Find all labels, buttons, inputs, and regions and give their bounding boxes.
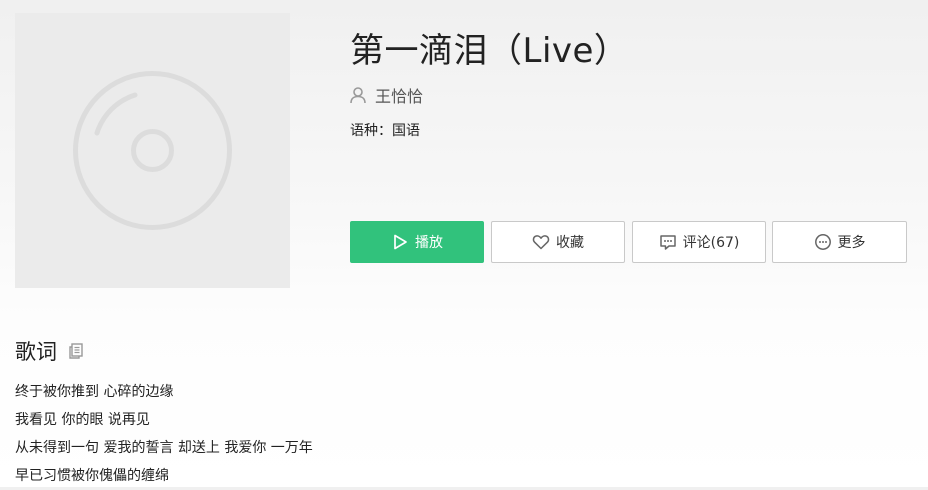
user-icon: [348, 85, 368, 105]
lyrics-line: 终于被你推到 心碎的边缘: [15, 384, 174, 400]
lyrics-title: 歌词: [15, 340, 57, 364]
more-label: 更多: [837, 235, 866, 251]
language-label: 语种：国语: [350, 123, 420, 139]
favorite-button[interactable]: 收藏: [491, 221, 625, 263]
play-icon: [391, 233, 409, 251]
play-button[interactable]: 播放: [350, 221, 484, 263]
lyrics-line: 从未得到一句 爱我的誓言 却送上 我爱你 一万年: [15, 440, 313, 456]
disc-placeholder-icon: [73, 71, 232, 230]
lyrics-heading: 歌词: [15, 337, 85, 365]
singer-row[interactable]: 王恰恰: [348, 83, 423, 107]
heart-icon: [532, 233, 550, 251]
favorite-label: 收藏: [556, 235, 584, 251]
singer-name[interactable]: 王恰恰: [375, 83, 423, 107]
more-button[interactable]: 更多: [772, 221, 907, 263]
song-title: 第一滴泪（Live）: [350, 31, 629, 71]
album-cover: [15, 13, 290, 288]
lyrics-line: 早已习惯被你傀儡的缠绵: [15, 468, 169, 484]
lyrics-line: 我看见 你的眼 说再见: [15, 412, 150, 428]
more-icon: [814, 233, 832, 251]
comment-label: 评论(67): [682, 235, 740, 251]
comment-icon: [659, 233, 677, 251]
play-label: 播放: [415, 235, 443, 251]
comment-button[interactable]: 评论(67): [632, 221, 766, 263]
copy-icon[interactable]: [67, 342, 85, 360]
lyrics-list: 终于被你推到 心碎的边缘 我看见 你的眼 说再见 从未得到一句 爱我的誓言 却送…: [15, 378, 313, 490]
